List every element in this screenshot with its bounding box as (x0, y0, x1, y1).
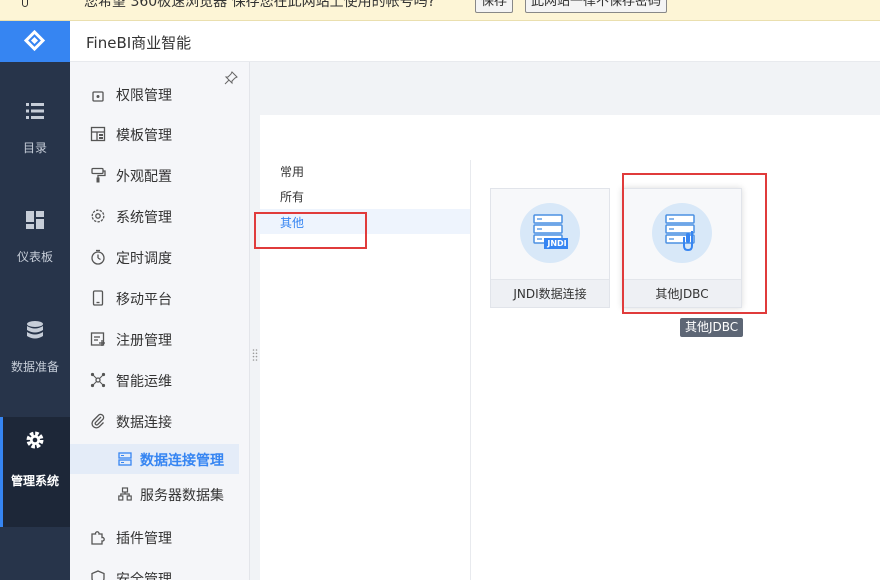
menu-item-permissions[interactable]: 权限管理 (70, 79, 249, 109)
menu-label-schedule: 定时调度 (116, 251, 172, 267)
connection-type-panel: 常用 所有 其他 JNDI JNDI数据连接 其他JDBC (260, 115, 880, 580)
category-label-common: 常用 (280, 165, 305, 179)
menu-item-plugins[interactable]: 插件管理 (70, 522, 249, 552)
menu-label-mobile: 移动平台 (116, 292, 172, 308)
logo[interactable] (0, 21, 70, 62)
browser-save-password-bar: 您希望 360极速浏览器 保存您在此网站上使用的帐号吗? 保存 此网站一律不保存… (0, 0, 880, 21)
network-icon (90, 372, 106, 388)
gear-icon (26, 431, 44, 449)
menu-item-data-connection[interactable]: 数据连接 (70, 406, 249, 436)
list-icon (26, 103, 44, 119)
submenu-label-connection-management: 数据连接管理 (140, 453, 224, 469)
menu-item-appearance[interactable]: 外观配置 (70, 160, 249, 190)
submenu-item-server-dataset[interactable]: 服务器数据集 (70, 479, 249, 509)
nav-label-admin: 管理系统 (10, 474, 59, 488)
menu-label-data-connection: 数据连接 (116, 415, 172, 431)
menu-item-ops[interactable]: 智能运维 (70, 365, 249, 395)
paperclip-icon (91, 413, 105, 429)
menu-label-system: 系统管理 (116, 210, 172, 226)
connection-card-jndi[interactable]: JNDI JNDI数据连接 (490, 188, 610, 308)
submenu-label-server-dataset: 服务器数据集 (140, 488, 224, 504)
save-password-button[interactable]: 保存 (475, 0, 514, 13)
category-divider (470, 160, 471, 580)
app-title: FineBI商业智能 (86, 34, 192, 52)
menu-item-mobile[interactable]: 移动平台 (70, 283, 249, 313)
category-all[interactable]: 所有 (260, 183, 470, 208)
menu-item-schedule[interactable]: 定时调度 (70, 242, 249, 272)
menu-label-security: 安全管理 (116, 572, 172, 580)
nav-label-data-prep: 数据准备 (10, 360, 59, 374)
menu-item-templates[interactable]: 模板管理 (70, 119, 249, 149)
card-tooltip: 其他JDBC (680, 318, 744, 337)
category-common[interactable]: 常用 (260, 158, 470, 183)
database-icon (27, 321, 43, 339)
category-label-all: 所有 (280, 190, 305, 204)
menu-label-templates: 模板管理 (116, 128, 172, 144)
db-connection-icon (118, 452, 132, 466)
lock-icon (92, 91, 104, 102)
shield-icon (91, 570, 105, 580)
left-nav: 目录 仪表板 数据准备 管理系统 (0, 21, 70, 580)
app-header: FineBI商业智能 (70, 21, 880, 62)
menu-item-security[interactable]: 安全管理 (70, 563, 249, 580)
nav-item-dashboard[interactable]: 仪表板 (0, 210, 70, 320)
menu-item-register[interactable]: 注册管理 (70, 324, 249, 354)
menu-label-permissions: 权限管理 (116, 88, 172, 104)
save-password-message: 您希望 360极速浏览器 保存您在此网站上使用的帐号吗? (84, 0, 436, 10)
nav-item-admin[interactable]: 管理系统 (0, 417, 70, 527)
menu-label-ops: 智能运维 (116, 374, 172, 390)
nav-label-catalog: 目录 (22, 141, 47, 155)
highlight-box-other-jdbc (622, 173, 767, 314)
submenu-item-connection-management[interactable]: 数据连接管理 (70, 444, 239, 474)
menu-label-appearance: 外观配置 (116, 169, 172, 185)
menu-label-plugins: 插件管理 (116, 531, 172, 547)
nav-item-catalog[interactable]: 目录 (0, 101, 70, 211)
puzzle-icon (91, 531, 105, 545)
highlight-box-other-category (254, 212, 367, 249)
dashboard-icon (26, 211, 44, 229)
admin-menu: 权限管理 模板管理 外观配置 系统管理 定时调度 移动平台 注册管理 智能运维 … (70, 62, 250, 580)
never-save-button[interactable]: 此网站一律不保存密码 (525, 0, 668, 13)
menu-item-system[interactable]: 系统管理 (70, 201, 249, 231)
logo-icon (23, 29, 46, 52)
jndi-badge: JNDI (547, 239, 567, 248)
template-icon (90, 126, 106, 142)
jndi-illustration: JNDI (491, 189, 609, 279)
server-dataset-icon (118, 487, 132, 501)
key-icon (22, 0, 28, 7)
timer-icon (91, 249, 105, 265)
paint-roller-icon (91, 167, 106, 183)
register-icon (90, 332, 105, 346)
settings-icon (91, 209, 105, 223)
menu-label-register: 注册管理 (116, 333, 172, 349)
resize-handle-icon[interactable] (252, 348, 258, 362)
nav-item-data-prep[interactable]: 数据准备 (0, 320, 70, 430)
connection-card-label-jndi: JNDI数据连接 (491, 279, 609, 307)
mobile-icon (92, 290, 104, 306)
nav-label-dashboard: 仪表板 (16, 250, 53, 264)
